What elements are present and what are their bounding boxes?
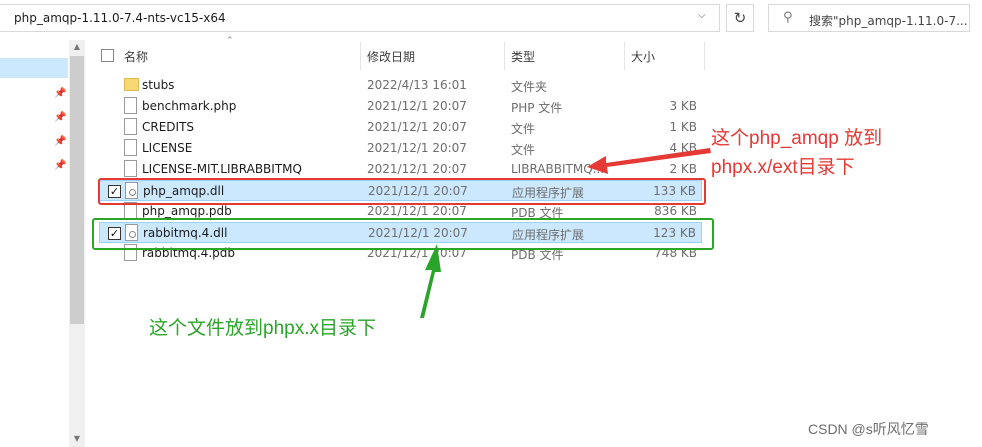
file-row[interactable]: CREDITS 2021/12/1 20:07 文件 1 KB — [99, 117, 702, 138]
column-header-type[interactable]: 类型 — [511, 48, 535, 65]
file-date: 2022/4/13 16:01 — [367, 78, 467, 92]
address-bar[interactable]: php_amqp-1.11.0-7.4-nts-vc15-x64 ⌵ — [0, 4, 720, 32]
column-divider[interactable] — [504, 42, 505, 70]
file-row[interactable]: LICENSE 2021/12/1 20:07 文件 4 KB — [99, 138, 702, 159]
pin-icon[interactable]: 📌 — [54, 136, 66, 147]
vertical-scrollbar[interactable]: ▲ ▼ — [69, 40, 85, 447]
search-input[interactable]: ⚲ 搜索"php_amqp-1.11.0-7... — [768, 4, 970, 32]
file-date: 2021/12/1 20:07 — [367, 204, 467, 218]
refresh-icon: ↻ — [733, 9, 747, 27]
refresh-button[interactable]: ↻ — [726, 4, 754, 32]
folder-icon — [124, 78, 139, 91]
select-all-checkbox[interactable] — [101, 49, 114, 62]
column-divider[interactable] — [360, 42, 361, 70]
file-row[interactable]: LICENSE-MIT.LIBRABBITMQ 2021/12/1 20:07 LI… — [99, 159, 702, 180]
annotation-red-line2: phpx.x/ext目录下 — [711, 157, 855, 178]
file-size: 1 KB — [669, 120, 697, 134]
watermark: CSDN @s听风忆雪 — [808, 421, 929, 437]
column-header-date[interactable]: 修改日期 — [367, 48, 415, 65]
address-path: php_amqp-1.11.0-7.4-nts-vc15-x64 — [14, 11, 226, 25]
column-header-size[interactable]: 大小 — [631, 48, 655, 65]
file-name: benchmark.php — [142, 99, 237, 113]
pin-icon[interactable]: 📌 — [54, 160, 66, 171]
file-row[interactable]: stubs 2022/4/13 16:01 文件夹 — [99, 75, 702, 96]
file-name: CREDITS — [142, 120, 195, 134]
file-size: 3 KB — [669, 99, 697, 113]
pin-icon[interactable]: 📌 — [54, 112, 66, 123]
file-date: 2021/12/1 20:07 — [367, 120, 467, 134]
sort-ascending-icon: ⌃ — [226, 36, 234, 46]
file-name: stubs — [142, 78, 175, 92]
file-type: PHP 文件 — [511, 101, 563, 115]
file-icon — [124, 139, 137, 156]
scroll-thumb[interactable] — [70, 56, 84, 324]
file-size: 2 KB — [669, 162, 697, 176]
highlight-box-red — [98, 178, 706, 205]
file-name: php_amqp.pdb — [142, 204, 232, 218]
file-icon — [124, 160, 137, 177]
file-row[interactable]: benchmark.php 2021/12/1 20:07 PHP 文件 3 KB — [99, 96, 702, 117]
column-header-name[interactable]: 名称 — [124, 48, 148, 65]
file-size: 836 KB — [654, 204, 697, 218]
chevron-down-icon[interactable]: ⌵ — [698, 10, 706, 21]
file-date: 2021/12/1 20:07 — [367, 141, 467, 155]
pin-icon[interactable]: 📌 — [54, 88, 66, 99]
file-type: 文件 — [511, 143, 536, 157]
file-type: 文件夹 — [511, 80, 548, 94]
file-type: LIBRABBITMQ... — [511, 162, 605, 176]
file-icon — [124, 118, 137, 135]
file-name: LICENSE-MIT.LIBRABBITMQ — [142, 162, 302, 176]
nav-selected-item[interactable] — [0, 58, 68, 78]
scroll-up-icon[interactable]: ▲ — [69, 42, 85, 51]
column-divider[interactable] — [704, 42, 705, 70]
search-placeholder: 搜索"php_amqp-1.11.0-7... — [809, 14, 967, 28]
file-icon — [124, 97, 137, 114]
file-name: LICENSE — [142, 141, 193, 155]
file-date: 2021/12/1 20:07 — [367, 99, 467, 113]
search-icon: ⚲ — [783, 10, 793, 25]
highlight-box-green — [92, 218, 714, 250]
scroll-down-icon[interactable]: ▼ — [69, 434, 85, 443]
file-date: 2021/12/1 20:07 — [367, 162, 467, 176]
annotation-red-line1: 这个php_amqp 放到 — [711, 128, 883, 149]
file-type: 文件 — [511, 122, 536, 136]
column-divider[interactable] — [624, 42, 625, 70]
annotation-green: 这个文件放到phpx.x目录下 — [149, 318, 376, 339]
file-size: 4 KB — [669, 141, 697, 155]
